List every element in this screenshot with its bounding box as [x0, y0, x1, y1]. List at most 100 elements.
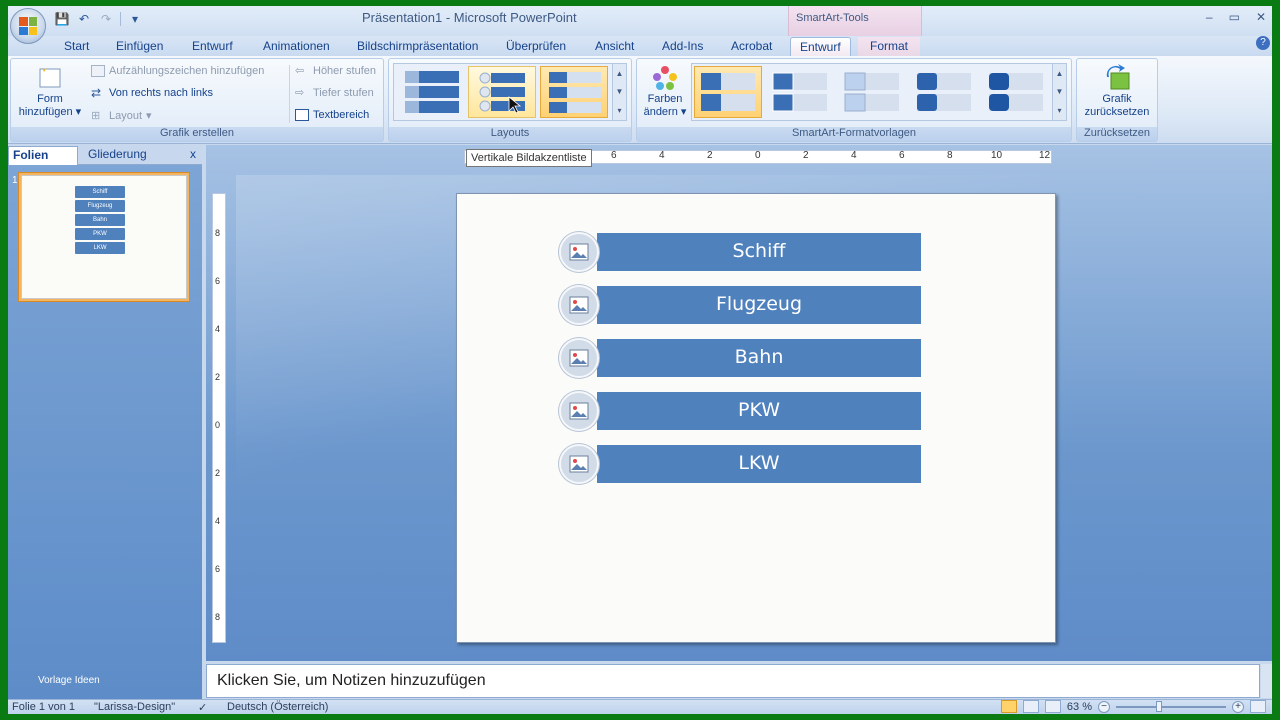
style-thumb-icon — [772, 72, 827, 112]
close-button[interactable]: ✕ — [1256, 10, 1266, 24]
redo-icon[interactable]: ↷ — [98, 11, 114, 27]
tab-folien[interactable]: Folien — [8, 146, 78, 165]
picture-placeholder-icon[interactable] — [559, 232, 599, 272]
smartart-item-text[interactable]: Schiff — [597, 233, 921, 271]
scroll-up-icon[interactable]: ▲ — [1056, 69, 1064, 78]
notes-scrollbar[interactable] — [1261, 664, 1272, 698]
scroll-up-icon[interactable]: ▲ — [616, 69, 624, 78]
tab-ansicht[interactable]: Ansicht — [595, 37, 634, 56]
smartart-styles-gallery: ▲ ▼ ▾ — [691, 63, 1067, 121]
picture-placeholder-icon[interactable] — [559, 444, 599, 484]
tiefer-stufen-button[interactable]: ⇨ Tiefer stufen — [295, 87, 374, 99]
status-language[interactable]: Deutsch (Österreich) — [227, 701, 328, 713]
vertical-ruler[interactable]: 8 6 4 2 0 2 4 6 8 — [212, 193, 226, 643]
save-icon[interactable]: 💾 — [54, 11, 70, 27]
style-simple-fill[interactable] — [694, 66, 762, 118]
picture-placeholder-icon[interactable] — [559, 391, 599, 431]
zoom-slider[interactable] — [1116, 700, 1226, 712]
tab-start[interactable]: Start — [64, 37, 89, 56]
tab-animationen[interactable]: Animationen — [263, 37, 330, 56]
smartart-item-text[interactable]: Bahn — [597, 339, 921, 377]
tab-format[interactable]: Format — [858, 37, 921, 56]
thumb-item: Bahn — [75, 214, 125, 226]
ruler-label: 4 — [215, 516, 221, 526]
layout-dropdown[interactable]: ⊞ Layout ▾ — [91, 109, 152, 123]
textbereich-button[interactable]: Textbereich — [295, 109, 369, 121]
quick-access-toolbar: 💾 ↶ ↷ ▾ — [54, 9, 143, 29]
zoom-slider-thumb[interactable] — [1156, 700, 1162, 712]
ruler-label: 2 — [803, 150, 809, 161]
tab-einfuegen[interactable]: Einfügen — [116, 37, 163, 56]
slideshow-icon[interactable] — [1044, 700, 1061, 713]
smartart-item-text[interactable]: LKW — [597, 445, 921, 483]
tab-smartart-entwurf[interactable]: Entwurf — [790, 37, 851, 56]
minimize-button[interactable]: – — [1206, 10, 1213, 24]
pane-tabs: Folien Gliederung x — [8, 145, 202, 165]
farben-aendern-button[interactable]: Farben ändern ▾ — [641, 63, 689, 119]
close-pane-icon[interactable]: x — [190, 147, 196, 161]
smartart-item-text[interactable]: Flugzeug — [597, 286, 921, 324]
slide-canvas[interactable]: Schiff Flugzeug Bahn PKW LKW — [456, 193, 1056, 643]
ruler-label: 8 — [215, 228, 221, 238]
add-shape-icon — [39, 66, 61, 88]
smartart-item[interactable]: Flugzeug — [559, 285, 921, 325]
aufzaehlungszeichen-button[interactable]: Aufzählungszeichen hinzufügen — [91, 65, 264, 77]
fit-to-window-icon[interactable] — [1250, 700, 1266, 713]
tab-ueberpruefen[interactable]: Überprüfen — [506, 37, 566, 56]
layout-vertical-box-list[interactable] — [540, 66, 608, 118]
ruler-label: 2 — [215, 372, 221, 382]
style-thumb-icon — [844, 72, 899, 112]
powerpoint-window: 💾 ↶ ↷ ▾ Präsentation1 - Microsoft PowerP… — [8, 6, 1272, 714]
smartart-item[interactable]: Bahn — [559, 338, 921, 378]
normal-view-icon[interactable] — [1000, 700, 1017, 713]
undo-icon[interactable]: ↶ — [76, 11, 92, 27]
smartart-item[interactable]: LKW — [559, 444, 921, 484]
notes-pane[interactable]: Klicken Sie, um Notizen hinzuzufügen — [206, 664, 1260, 698]
layouts-gallery-scroll[interactable]: ▲ ▼ ▾ — [612, 64, 626, 120]
smartart-item-text[interactable]: PKW — [597, 392, 921, 430]
zoom-out-icon[interactable]: − — [1098, 700, 1110, 713]
tab-add-ins[interactable]: Add-Ins — [662, 37, 703, 56]
scroll-down-icon[interactable]: ▼ — [616, 87, 624, 96]
smartart-item[interactable]: Schiff — [559, 232, 921, 272]
spell-check-icon[interactable]: ✓ — [198, 701, 207, 714]
customize-toolbar-icon[interactable]: ▾ — [127, 11, 143, 27]
zoom-in-icon[interactable]: + — [1232, 700, 1244, 713]
view-zoom-controls: 63 % − + — [1000, 700, 1266, 713]
ruler-label: 4 — [215, 324, 221, 334]
tab-entwurf[interactable]: Entwurf — [192, 37, 233, 56]
style-white-outline[interactable] — [766, 66, 834, 118]
style-intense-effect[interactable] — [982, 66, 1050, 118]
zoom-level[interactable]: 63 % — [1067, 701, 1092, 713]
style-subtle-effect[interactable] — [838, 66, 906, 118]
style-moderate-effect[interactable] — [910, 66, 978, 118]
slide-thumbnail[interactable]: Schiff Flugzeug Bahn PKW LKW — [18, 172, 190, 302]
smartart-item[interactable]: PKW — [559, 391, 921, 431]
layout-vertical-bullet-list[interactable] — [396, 66, 464, 118]
scroll-down-icon[interactable]: ▼ — [1056, 87, 1064, 96]
maximize-button[interactable]: ▭ — [1229, 10, 1240, 24]
layout-vertikale-bildakzentliste[interactable] — [468, 66, 536, 118]
tab-gliederung[interactable]: Gliederung — [88, 147, 147, 161]
tab-bildschirmpraesentation[interactable]: Bildschirmpräsentation — [357, 37, 478, 56]
layout-tooltip: Vertikale Bildakzentliste — [466, 149, 592, 167]
gallery-more-icon[interactable]: ▾ — [1057, 106, 1061, 115]
ruler-label: 6 — [215, 564, 221, 574]
gallery-more-icon[interactable]: ▾ — [617, 106, 621, 115]
slide-sorter-icon[interactable] — [1022, 700, 1039, 713]
color-palette-icon — [653, 66, 677, 90]
styles-gallery-scroll[interactable]: ▲ ▼ ▾ — [1052, 64, 1066, 120]
form-hinzufuegen-button[interactable]: Form hinzufügen ▾ — [15, 63, 85, 119]
office-button[interactable] — [10, 8, 46, 44]
grafik-zuruecksetzen-button[interactable]: Grafik zurücksetzen — [1079, 63, 1155, 119]
help-icon[interactable]: ? — [1256, 36, 1270, 50]
title-bar: 💾 ↶ ↷ ▾ Präsentation1 - Microsoft PowerP… — [8, 6, 1272, 44]
picture-placeholder-icon[interactable] — [559, 338, 599, 378]
ruler-label: 8 — [215, 612, 221, 622]
bullet-list-icon — [91, 65, 105, 77]
picture-placeholder-icon[interactable] — [559, 285, 599, 325]
slide-editing-area: 6 4 2 0 2 4 6 8 10 12 8 6 4 2 0 2 4 6 8 … — [206, 145, 1272, 661]
von-rechts-nach-links-button[interactable]: ⇄ Von rechts nach links — [91, 87, 213, 99]
hoeher-stufen-button[interactable]: ⇦ Höher stufen — [295, 65, 376, 77]
tab-acrobat[interactable]: Acrobat — [731, 37, 772, 56]
